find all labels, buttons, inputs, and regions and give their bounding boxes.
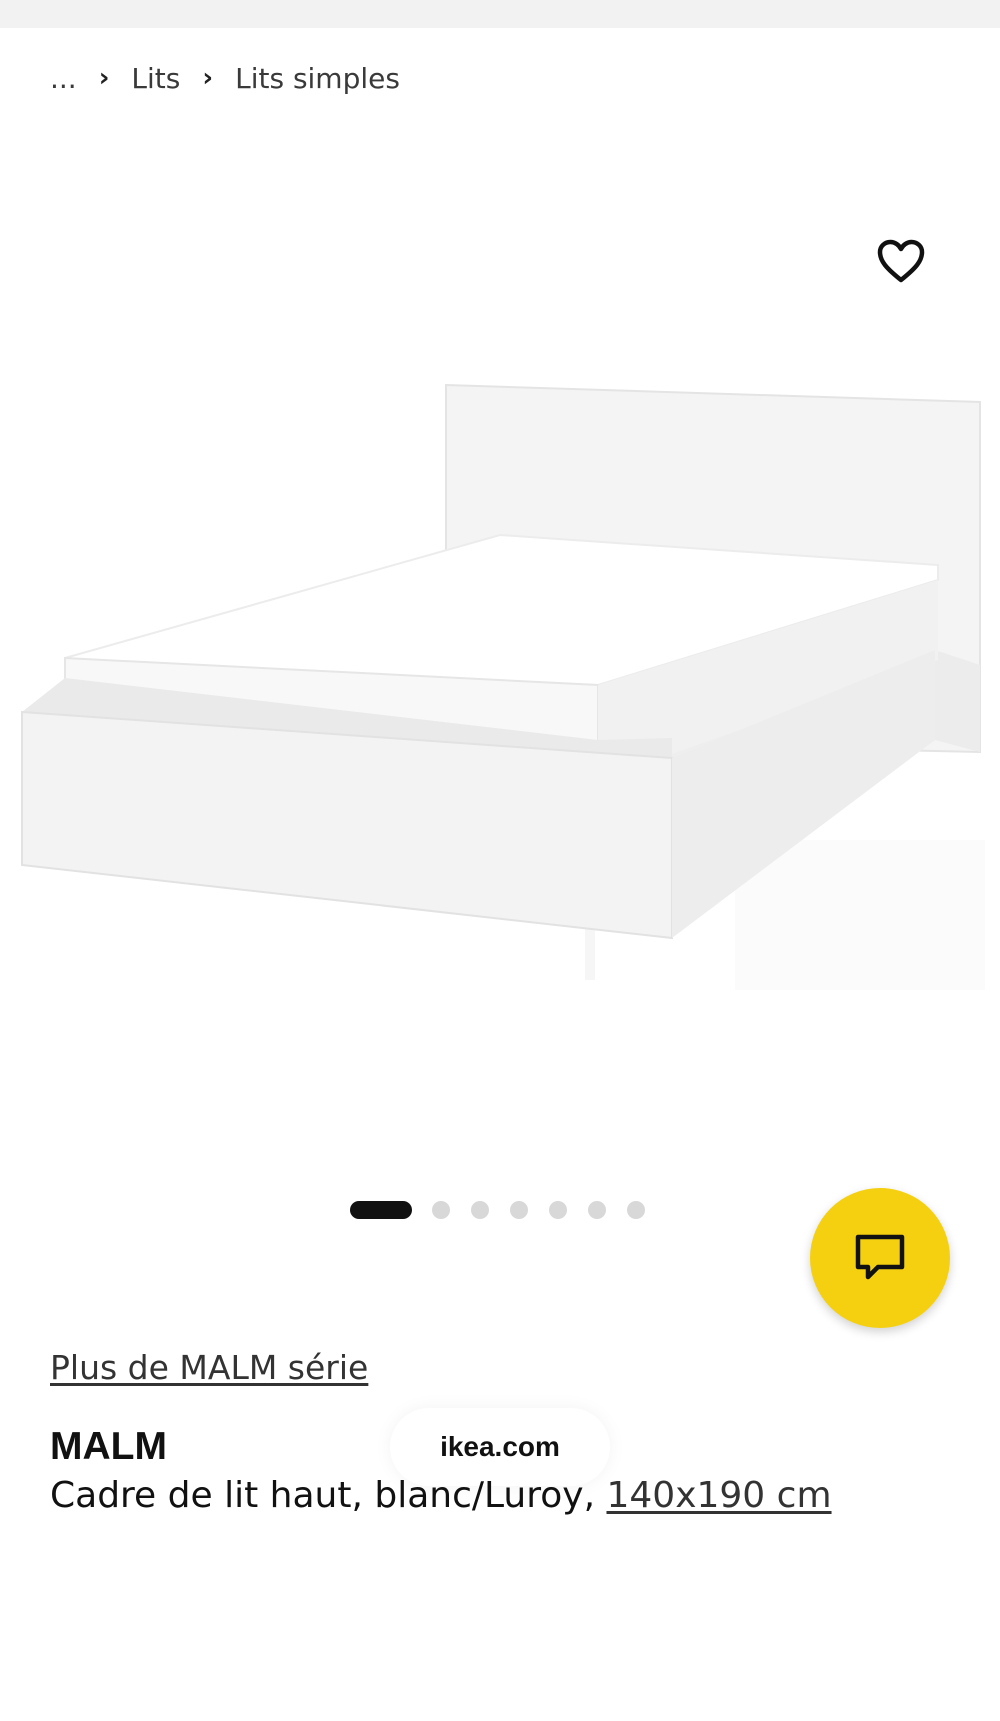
breadcrumb: ... › Lits › Lits simples <box>50 62 400 95</box>
product-description: Cadre de lit haut, blanc/Luroy, 140x190 … <box>50 1475 832 1516</box>
carousel-dot[interactable] <box>588 1201 606 1219</box>
carousel-dot[interactable] <box>549 1201 567 1219</box>
product-description-text: Cadre de lit haut, blanc/Luroy, <box>50 1475 607 1516</box>
chat-bubble-icon <box>855 1234 905 1280</box>
carousel-dot[interactable] <box>510 1201 528 1219</box>
carousel-dot-active[interactable] <box>350 1201 412 1219</box>
carousel-dot[interactable] <box>471 1201 489 1219</box>
image-carousel-dots <box>350 1201 666 1219</box>
chat-button[interactable] <box>810 1188 950 1328</box>
breadcrumb-ellipsis[interactable]: ... <box>50 62 77 95</box>
breadcrumb-item-lits[interactable]: Lits <box>131 62 180 95</box>
breadcrumb-item-lits-simples[interactable]: Lits simples <box>235 62 400 95</box>
chevron-right-icon: › <box>202 62 214 93</box>
product-name: MALM <box>50 1425 167 1468</box>
product-image-bed <box>21 383 985 990</box>
series-link[interactable]: Plus de MALM série <box>50 1348 368 1387</box>
browser-top-bar <box>0 0 1000 28</box>
chevron-right-icon: › <box>98 62 110 93</box>
carousel-dot[interactable] <box>627 1201 645 1219</box>
favorite-heart-icon[interactable] <box>876 238 926 284</box>
carousel-dot[interactable] <box>432 1201 450 1219</box>
size-link[interactable]: 140x190 cm <box>606 1475 831 1516</box>
